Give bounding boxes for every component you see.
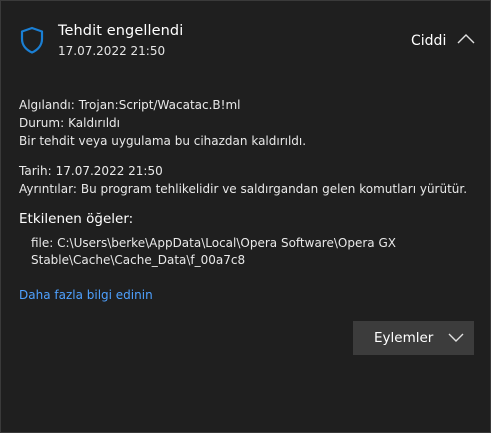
date-value: 17.07.2022 21:50 [55, 164, 163, 178]
severity-label: Ciddi [411, 33, 447, 49]
chevron-down-icon [448, 333, 464, 342]
details-row: Ayrıntılar: Bu program tehlikelidir ve sa… [19, 182, 467, 196]
chevron-up-icon[interactable] [457, 33, 475, 45]
details-value: Bu program tehlikelidir ve saldırgandan … [80, 182, 468, 196]
affected-items-title: Etkilenen öğeler: [19, 211, 134, 227]
affected-file-path: file: C:\Users\berke\AppData\Local\Opera… [31, 236, 396, 267]
date-row: Tarih: 17.07.2022 21:50 [19, 164, 163, 178]
status-description: Bir tehdit veya uygulama bu cihazdan kal… [19, 134, 307, 148]
details-label: Ayrıntılar: [19, 182, 77, 196]
actions-button-label: Eylemler [374, 330, 434, 346]
status-row: Durum: Kaldırıldı [19, 116, 120, 130]
threat-notification-panel: Tehdit engellendi 17.07.2022 21:50 Ciddi… [0, 0, 491, 433]
date-label: Tarih: [19, 164, 52, 178]
shield-icon [20, 26, 44, 54]
detected-value: Trojan:Script/Wacatac.B!ml [78, 98, 241, 112]
status-value: Kaldırıldı [68, 116, 120, 130]
detected-label: Algılandı: [19, 98, 75, 112]
status-label: Durum: [19, 116, 65, 130]
actions-button[interactable]: Eylemler [353, 321, 474, 355]
notification-timestamp: 17.07.2022 21:50 [58, 44, 166, 58]
detected-row: Algılandı: Trojan:Script/Wacatac.B!ml [19, 98, 240, 112]
notification-title: Tehdit engellendi [58, 23, 184, 39]
learn-more-link[interactable]: Daha fazla bilgi edinin [19, 288, 153, 302]
notification-header: Tehdit engellendi 17.07.2022 21:50 Ciddi [1, 1, 490, 67]
